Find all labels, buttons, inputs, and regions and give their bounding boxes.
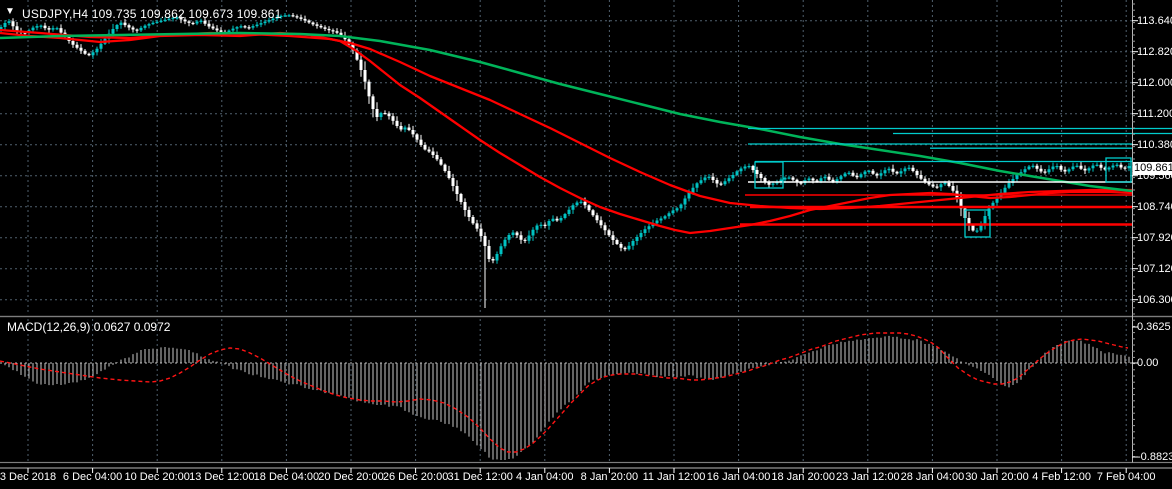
time-axis-label: 8 Jan 20:00: [580, 471, 639, 483]
level-lines: [740, 127, 1172, 226]
time-axis-label: 26 Dec 20:00: [382, 471, 449, 483]
time-axis-label: 31 Dec 12:00: [447, 471, 513, 483]
ma-green-line: [0, 31, 1133, 193]
time-axis-label: 4 Jan 04:00: [516, 471, 574, 483]
price-axis-label: 107.120: [1137, 262, 1172, 275]
time-axis-label: 28 Jan 04:00: [900, 471, 965, 483]
axes: [0, 0, 1172, 473]
grid: [0, 0, 1132, 461]
time-axis-label: 13 Dec 12:00: [189, 471, 255, 483]
mt4-chart-window: ▼ USDJPY,H4 109.735 109.862 109.673 109.…: [0, 0, 1172, 489]
price-axis-label: 110.380: [1137, 138, 1172, 151]
price-axis-label: 112.820: [1137, 45, 1172, 58]
price-axis-label: 106.300: [1137, 293, 1172, 306]
time-axis-label: 20 Dec 20:00: [318, 471, 384, 483]
price-axis-label: 108.740: [1137, 200, 1172, 213]
time-axis-label: 6 Dec 04:00: [62, 471, 123, 483]
price-axis-label: 107.920: [1137, 231, 1172, 244]
symbol-ohlc-label: USDJPY,H4 109.735 109.862 109.673 109.86…: [22, 7, 282, 21]
ma-green-line: [0, 31, 1133, 193]
price-axis-label: 111.200: [1137, 107, 1172, 120]
current-price-badge: 109.861: [1133, 162, 1172, 175]
macd-axis-label: 0.00: [1137, 357, 1159, 369]
time-axis-label: 3 Dec 2018: [0, 471, 57, 483]
candlestick-series: [0, 12, 1131, 308]
time-axis-label: 23 Jan 12:00: [835, 471, 900, 483]
time-axis-label: 4 Feb 12:00: [1032, 471, 1091, 483]
macd-indicator-label: MACD(12,26,9) 0.0627 0.0972: [7, 320, 171, 334]
macd-axis-label: 0.3625: [1137, 321, 1171, 333]
time-axis-label: 10 Dec 20:00: [124, 471, 190, 483]
price-axis-label: 112.000: [1137, 76, 1172, 89]
time-axis-label: 16 Jan 04:00: [706, 471, 771, 483]
macd-axis-label: -0.8823: [1137, 451, 1172, 463]
price-axis-label: 113.640: [1137, 14, 1172, 27]
time-axis-label: 18 Jan 20:00: [771, 471, 835, 483]
time-axis-label: 11 Jan 12:00: [642, 471, 706, 483]
time-axis-label: 7 Feb 04:00: [1096, 471, 1156, 483]
chart-canvas[interactable]: [0, 0, 1172, 489]
symbol-dropdown-icon[interactable]: ▼: [5, 6, 15, 17]
time-axis-label: 18 Dec 04:00: [253, 471, 320, 483]
time-axis-label: 30 Jan 20:00: [965, 471, 1029, 483]
macd-histogram: [0, 335, 1130, 460]
